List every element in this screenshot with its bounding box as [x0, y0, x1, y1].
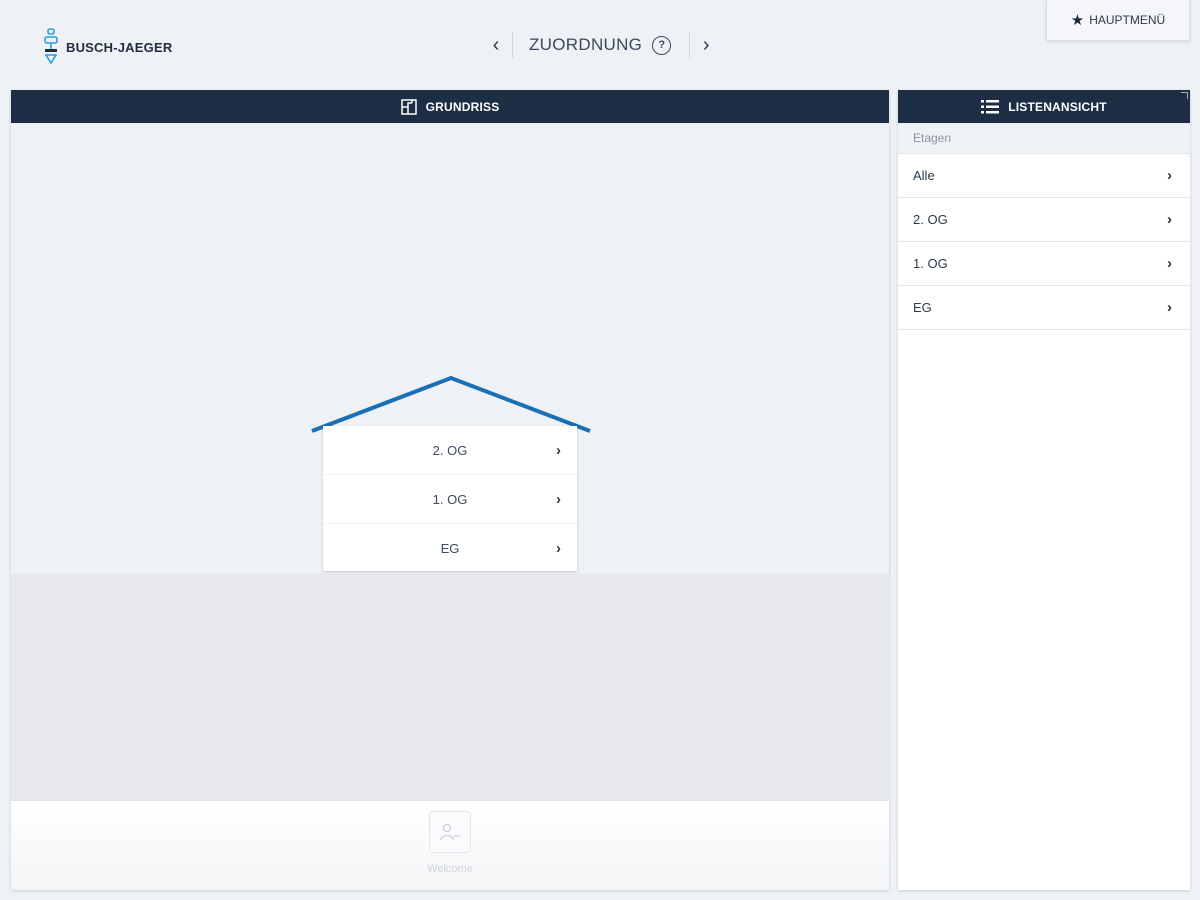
welcome-button[interactable]: Welcome	[11, 811, 889, 875]
house-floor-eg[interactable]: EG ›	[323, 524, 577, 572]
section-header-etagen: Etagen	[898, 123, 1190, 154]
chevron-right-icon: ›	[1167, 255, 1172, 272]
house-floor-label: EG	[440, 540, 460, 556]
house-floor-selector: 2. OG › 1. OG › EG ›	[309, 374, 593, 574]
house-floor-label: 1. OG	[432, 491, 468, 507]
floorplan-title: GRUNDRISS	[425, 99, 500, 114]
list-item-label: 1. OG	[913, 256, 948, 271]
list-item-label: EG	[913, 300, 932, 315]
star-icon: ★	[1070, 12, 1085, 29]
house-floor-label: 2. OG	[432, 442, 468, 458]
house-floor-2og[interactable]: 2. OG ›	[323, 426, 577, 475]
brand-logo: BUSCH-JAEGER	[42, 28, 172, 66]
floorplan-icon	[400, 98, 417, 115]
list-item-1og[interactable]: 1. OG ›	[898, 242, 1190, 286]
main-menu-button[interactable]: ★ HAUPTMENÜ	[1046, 0, 1190, 41]
chevron-right-icon: ›	[556, 490, 561, 508]
main-menu-label: HAUPTMENÜ	[1089, 13, 1166, 27]
floorplan-panel: GRUNDRISS 2. OG › 1. OG › EG › Welcome	[11, 90, 889, 890]
house-floor-1og[interactable]: 1. OG ›	[323, 475, 577, 524]
chevron-right-icon: ›	[1167, 299, 1172, 316]
list-icon	[981, 99, 1000, 114]
floorplan-panel-header: GRUNDRISS	[11, 90, 889, 123]
chevron-right-icon: ›	[1167, 167, 1172, 184]
list-view-panel: LISTENANSICHT Etagen Alle › 2. OG › 1. O…	[898, 90, 1190, 890]
chevron-right-icon: ›	[702, 33, 710, 56]
chevron-left-icon: ‹	[492, 33, 500, 56]
prev-page-button[interactable]: ‹	[480, 29, 512, 61]
list-view-header: LISTENANSICHT	[898, 90, 1190, 123]
list-item-label: 2. OG	[913, 212, 948, 227]
list-item-eg[interactable]: EG ›	[898, 286, 1190, 330]
house-floor-list: 2. OG › 1. OG › EG ›	[323, 426, 577, 571]
chevron-right-icon: ›	[556, 441, 561, 459]
nav-divider	[512, 32, 513, 58]
list-item-2og[interactable]: 2. OG ›	[898, 198, 1190, 242]
page-navigation: ‹ ZUORDNUNG ? ›	[480, 28, 722, 62]
chevron-right-icon: ›	[556, 539, 561, 557]
list-item-label: Alle	[913, 168, 935, 183]
house-roof-icon	[311, 375, 591, 433]
ground-area	[11, 574, 889, 800]
chevron-right-icon: ›	[1167, 211, 1172, 228]
welcome-icon	[429, 811, 471, 853]
busch-jaeger-logo-icon	[44, 28, 58, 65]
list-item-alle[interactable]: Alle ›	[898, 154, 1190, 198]
brand-name: BUSCH-JAEGER	[66, 39, 173, 55]
bottom-toolbar: Welcome	[11, 800, 889, 890]
help-icon[interactable]: ?	[652, 35, 672, 55]
page-title: ZUORDNUNG	[529, 35, 643, 54]
resize-handle-icon[interactable]	[1181, 92, 1188, 99]
welcome-label: Welcome	[427, 863, 473, 875]
next-page-button[interactable]: ›	[690, 29, 722, 61]
list-view-title: LISTENANSICHT	[1008, 99, 1107, 114]
